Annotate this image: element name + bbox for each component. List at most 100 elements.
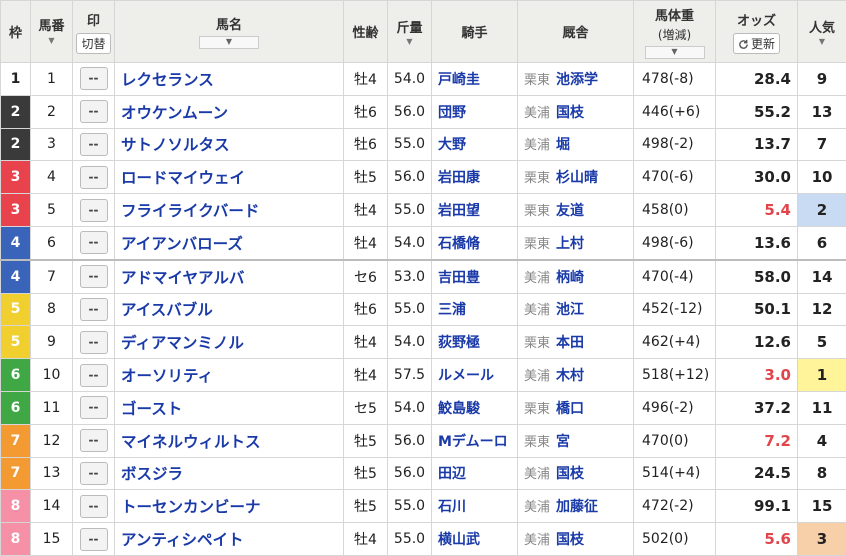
- mark-select-button[interactable]: --: [80, 462, 108, 485]
- jockey-link[interactable]: 三浦: [432, 293, 518, 326]
- header-horse-name[interactable]: 馬名 ▼: [115, 1, 344, 63]
- mark-cell: --: [73, 226, 115, 259]
- jockey-link[interactable]: 石川: [432, 490, 518, 523]
- trainer-link[interactable]: 上村: [550, 236, 584, 252]
- jockey-link[interactable]: 戸崎圭: [432, 63, 518, 96]
- mark-select-button[interactable]: --: [80, 495, 108, 518]
- kinryo-cell: 56.0: [388, 457, 432, 490]
- header-popularity[interactable]: 人気 ▼: [798, 1, 846, 63]
- stable-cell: 美浦国枝: [518, 95, 634, 128]
- trainer-link[interactable]: 杉山晴: [550, 170, 598, 186]
- jockey-link[interactable]: 大野: [432, 128, 518, 161]
- mark-select-button[interactable]: --: [80, 528, 108, 551]
- table-row: 815--アンティシペイト牡455.0横山武美浦国枝502(0)5.63: [1, 523, 846, 556]
- umaban-cell: 2: [31, 95, 73, 128]
- mark-select-button[interactable]: --: [80, 231, 108, 254]
- trainer-link[interactable]: 国枝: [550, 466, 584, 482]
- jockey-link[interactable]: 吉田豊: [432, 260, 518, 293]
- trainer-link[interactable]: 池添学: [550, 72, 598, 88]
- weight-cell: 498(-2): [634, 128, 716, 161]
- mark-cell: --: [73, 391, 115, 424]
- sexage-cell: 牡6: [344, 95, 388, 128]
- mark-select-button[interactable]: --: [80, 298, 108, 321]
- stable-cell: 栗東橋口: [518, 391, 634, 424]
- refresh-button[interactable]: 更新: [733, 33, 780, 54]
- weight-cell: 498(-6): [634, 226, 716, 259]
- umaban-cell: 9: [31, 326, 73, 359]
- sort-arrow-icon[interactable]: ▼: [645, 46, 705, 59]
- odds-cell: 7.2: [716, 424, 798, 457]
- header-umaban[interactable]: 馬番 ▼: [31, 1, 73, 63]
- mark-select-button[interactable]: --: [80, 166, 108, 189]
- trainer-link[interactable]: 国枝: [550, 105, 584, 121]
- horse-name-link[interactable]: ゴースト: [115, 391, 344, 424]
- horse-name-link[interactable]: レクセランス: [115, 63, 344, 96]
- sort-arrow-icon[interactable]: ▼: [388, 38, 431, 46]
- table-row: 23--サトノソルタス牡655.0大野美浦堀498(-2)13.77: [1, 128, 846, 161]
- jockey-link[interactable]: 石橋脩: [432, 226, 518, 259]
- horse-name-link[interactable]: トーセンカンビーナ: [115, 490, 344, 523]
- header-kinryo[interactable]: 斤量 ▼: [388, 1, 432, 63]
- horse-name-link[interactable]: ボスジラ: [115, 457, 344, 490]
- mark-select-button[interactable]: --: [80, 396, 108, 419]
- mark-switch-button[interactable]: 切替: [76, 33, 110, 54]
- horse-name-link[interactable]: マイネルウィルトス: [115, 424, 344, 457]
- weight-cell: 470(-6): [634, 161, 716, 194]
- trainer-link[interactable]: 木村: [550, 368, 584, 384]
- trainer-link[interactable]: 加藤征: [550, 499, 598, 515]
- mark-select-button[interactable]: --: [80, 331, 108, 354]
- jockey-link[interactable]: 岩田康: [432, 161, 518, 194]
- waku-cell: 2: [1, 128, 31, 161]
- umaban-cell: 14: [31, 490, 73, 523]
- trainer-link[interactable]: 国枝: [550, 532, 584, 548]
- popularity-cell: 15: [798, 490, 846, 523]
- horse-name-link[interactable]: サトノソルタス: [115, 128, 344, 161]
- horse-name-link[interactable]: アイアンバローズ: [115, 226, 344, 259]
- trainer-link[interactable]: 池江: [550, 302, 584, 318]
- horse-name-link[interactable]: アドマイヤアルバ: [115, 260, 344, 293]
- horse-name-link[interactable]: ロードマイウェイ: [115, 161, 344, 194]
- mark-select-button[interactable]: --: [80, 133, 108, 156]
- trainer-link[interactable]: 宮: [550, 434, 570, 450]
- mark-select-button[interactable]: --: [80, 429, 108, 452]
- mark-select-button[interactable]: --: [80, 364, 108, 387]
- umaban-cell: 6: [31, 226, 73, 259]
- waku-cell: 6: [1, 359, 31, 392]
- header-weight[interactable]: 馬体重 (増減) ▼: [634, 1, 716, 63]
- trainer-link[interactable]: 堀: [550, 137, 570, 153]
- mark-cell: --: [73, 293, 115, 326]
- jockey-link[interactable]: 岩田望: [432, 194, 518, 227]
- jockey-link[interactable]: Mデムーロ: [432, 424, 518, 457]
- jockey-link[interactable]: 荻野極: [432, 326, 518, 359]
- sort-arrow-icon[interactable]: ▼: [31, 37, 72, 45]
- trainer-link[interactable]: 柄崎: [550, 270, 584, 286]
- trainer-link[interactable]: 友道: [550, 203, 584, 219]
- mark-select-button[interactable]: --: [80, 265, 108, 288]
- umaban-cell: 12: [31, 424, 73, 457]
- mark-select-button[interactable]: --: [80, 100, 108, 123]
- jockey-link[interactable]: 鮫島駿: [432, 391, 518, 424]
- kinryo-cell: 55.0: [388, 128, 432, 161]
- sexage-cell: 牡4: [344, 359, 388, 392]
- horse-name-link[interactable]: オウケンムーン: [115, 95, 344, 128]
- horse-name-link[interactable]: オーソリティ: [115, 359, 344, 392]
- jockey-link[interactable]: 横山武: [432, 523, 518, 556]
- stable-cell: 美浦柄崎: [518, 260, 634, 293]
- mark-select-button[interactable]: --: [80, 199, 108, 222]
- horse-name-link[interactable]: アンティシペイト: [115, 523, 344, 556]
- horse-name-link[interactable]: アイスバブル: [115, 293, 344, 326]
- jockey-link[interactable]: ルメール: [432, 359, 518, 392]
- trainer-link[interactable]: 本田: [550, 335, 584, 351]
- umaban-cell: 13: [31, 457, 73, 490]
- horse-name-link[interactable]: フライライクバード: [115, 194, 344, 227]
- popularity-cell: 5: [798, 326, 846, 359]
- waku-cell: 3: [1, 161, 31, 194]
- jockey-link[interactable]: 田辺: [432, 457, 518, 490]
- horse-name-link[interactable]: ディアマンミノル: [115, 326, 344, 359]
- trainer-link[interactable]: 橋口: [550, 401, 584, 417]
- odds-cell: 12.6: [716, 326, 798, 359]
- sort-arrow-icon[interactable]: ▼: [199, 36, 259, 49]
- jockey-link[interactable]: 団野: [432, 95, 518, 128]
- mark-select-button[interactable]: --: [80, 67, 108, 90]
- sort-arrow-icon[interactable]: ▼: [798, 38, 846, 46]
